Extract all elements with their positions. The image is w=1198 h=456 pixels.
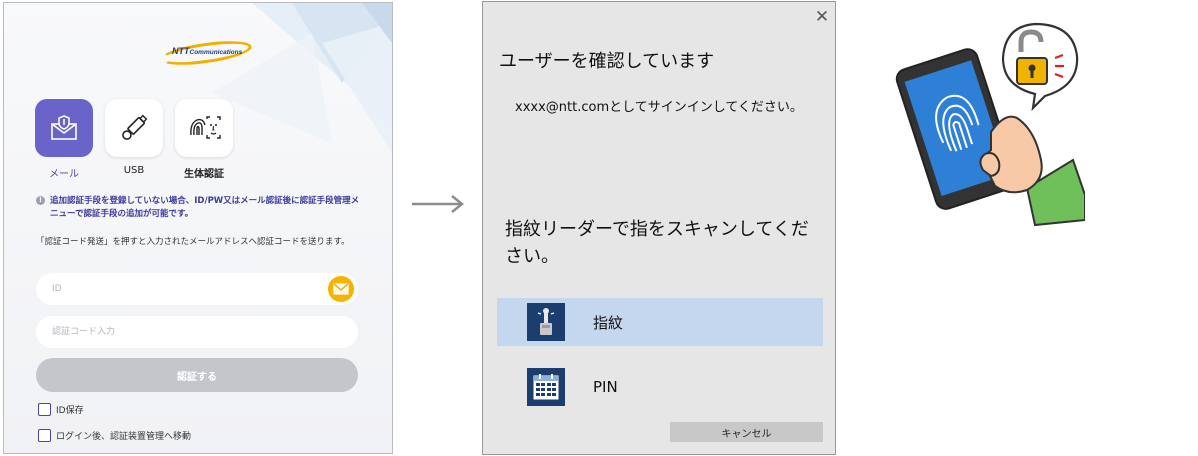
auth-method-mail-label: メール bbox=[49, 169, 79, 180]
instruction-text: 「認証コード発送」を押すと入力されたメールアドレスへ認証コードを送ります。 bbox=[36, 237, 350, 247]
account-message: xxxx@ntt.comとしてサインインしてください。 bbox=[515, 100, 803, 115]
decorative-background-shapes bbox=[212, 3, 392, 153]
authenticate-button[interactable]: 認証する bbox=[36, 358, 358, 392]
option-pin[interactable]: PIN bbox=[497, 363, 823, 411]
smartphone-fingerprint-unlock-illustration bbox=[895, 22, 1085, 227]
send-code-button[interactable] bbox=[328, 276, 354, 302]
pin-keypad-icon bbox=[527, 368, 565, 406]
auth-method-biometric-label: 生体認証 bbox=[184, 169, 224, 180]
checkbox-box[interactable] bbox=[38, 403, 51, 416]
auth-code-input[interactable] bbox=[36, 316, 358, 348]
mail-shield-icon bbox=[51, 115, 77, 140]
unlocked-padlock-icon bbox=[1001, 22, 1079, 112]
ntt-communications-logo: NTTCommunications bbox=[159, 36, 260, 70]
id-input[interactable] bbox=[36, 273, 358, 305]
option-fingerprint-label: 指紋 bbox=[593, 313, 624, 332]
save-id-checkbox[interactable]: ID保存 bbox=[38, 403, 84, 416]
login-panel: NTTCommunications メール USB 生体認証 ! 追加認証手段を… bbox=[3, 2, 393, 454]
envelope-icon bbox=[333, 283, 349, 295]
option-pin-label: PIN bbox=[593, 378, 618, 396]
info-icon: ! bbox=[36, 196, 45, 205]
cancel-button[interactable]: キャンセル bbox=[670, 422, 823, 442]
auth-method-usb-button[interactable] bbox=[105, 99, 163, 157]
scan-prompt: 指紋リーダーで指をスキャンしてください。 bbox=[505, 219, 809, 267]
fingerprint-reader-icon bbox=[527, 303, 565, 341]
auth-method-mail-button[interactable] bbox=[35, 99, 93, 157]
usb-key-icon bbox=[122, 114, 148, 140]
auth-method-biometric-button[interactable] bbox=[175, 99, 233, 157]
windows-security-dialog: ✕ ユーザーを確認しています xxxx@ntt.comとしてサインインしてくださ… bbox=[482, 1, 836, 455]
checkbox-box[interactable] bbox=[38, 429, 51, 442]
option-fingerprint[interactable]: 指紋 bbox=[497, 298, 823, 346]
auth-method-usb-label: USB bbox=[123, 165, 145, 176]
go-to-device-management-checkbox[interactable]: ログイン後、認証装置管理へ移動 bbox=[38, 429, 191, 442]
flow-arrow-icon bbox=[412, 195, 465, 213]
notice-message: ! 追加認証手段を登録していない場合、ID/PW又はメール認証後に認証手段管理メ… bbox=[36, 195, 366, 221]
close-icon[interactable]: ✕ bbox=[813, 8, 831, 26]
fingerprint-face-scan-icon bbox=[190, 116, 221, 139]
dialog-title: ユーザーを確認しています bbox=[499, 51, 715, 72]
